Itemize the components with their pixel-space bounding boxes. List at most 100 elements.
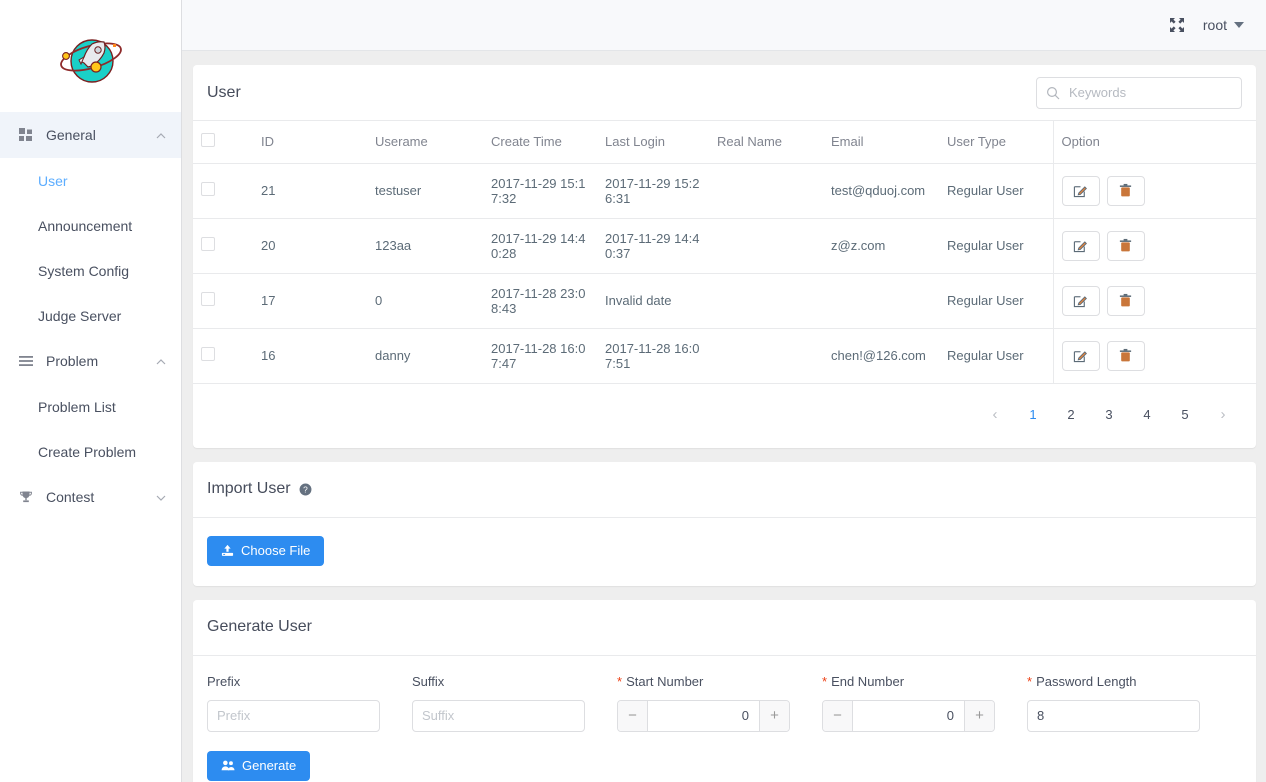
sidebar-item-system-config[interactable]: System Config bbox=[0, 248, 181, 293]
user-menu[interactable]: root bbox=[1203, 17, 1244, 33]
required-mark: * bbox=[822, 673, 828, 689]
sidebar-group-label: General bbox=[46, 127, 96, 143]
delete-button[interactable] bbox=[1106, 175, 1145, 206]
start-number-label-text: Start Number bbox=[626, 673, 704, 689]
password-length-input[interactable] bbox=[1027, 699, 1200, 732]
prefix-input[interactable] bbox=[207, 699, 380, 732]
pagination-page-2[interactable]: 2 bbox=[1056, 400, 1086, 430]
sidebar-item-judge-server[interactable]: Judge Server bbox=[0, 293, 181, 338]
sidebar-item-label: Problem List bbox=[38, 398, 116, 415]
edit-icon bbox=[1073, 238, 1088, 253]
cell-real-name bbox=[709, 328, 823, 384]
pagination-page-4[interactable]: 4 bbox=[1132, 400, 1162, 430]
search-input[interactable] bbox=[1067, 84, 1247, 101]
generate-button-row: Generate bbox=[207, 732, 1242, 781]
search-box[interactable] bbox=[1036, 76, 1247, 109]
suffix-input[interactable] bbox=[412, 699, 585, 732]
main-area: root User Keywords ID Userame Create Tim… bbox=[182, 0, 1266, 782]
brand-logo[interactable] bbox=[0, 0, 181, 112]
username-label: root bbox=[1202, 17, 1227, 33]
help-circle-icon[interactable]: ? bbox=[299, 483, 312, 496]
required-mark: * bbox=[1027, 673, 1033, 689]
cell-email: z@z.com bbox=[823, 218, 939, 274]
sidebar-item-problem-list[interactable]: Problem List bbox=[0, 384, 181, 429]
end-number-stepper[interactable]: − 0 + bbox=[822, 699, 995, 732]
start-number-stepper[interactable]: − 0 + bbox=[617, 699, 790, 732]
pagination-page-5[interactable]: 5 bbox=[1170, 400, 1200, 430]
delete-button[interactable] bbox=[1106, 340, 1145, 371]
users-icon bbox=[221, 759, 235, 772]
row-checkbox[interactable] bbox=[201, 292, 215, 306]
sidebar-group-contest[interactable]: Contest bbox=[0, 474, 181, 520]
cell-last-login: 2017-11-29 15:26:31 bbox=[597, 163, 709, 219]
sidebar-item-label: Judge Server bbox=[38, 307, 122, 324]
generate-button[interactable]: Generate bbox=[207, 750, 311, 781]
sidebar-item-create-problem[interactable]: Create Problem bbox=[0, 429, 181, 474]
choose-file-label: Choose File bbox=[241, 543, 311, 558]
edit-button[interactable] bbox=[1061, 285, 1100, 316]
trash-icon bbox=[1118, 348, 1133, 363]
cell-last-login: Invalid date bbox=[597, 273, 709, 329]
fullscreen-icon[interactable] bbox=[1169, 17, 1185, 33]
end-number-increment[interactable]: + bbox=[964, 700, 994, 731]
edit-button[interactable] bbox=[1061, 230, 1100, 261]
topbar: root bbox=[182, 0, 1266, 51]
field-start-number: * Start Number − 0 + bbox=[617, 674, 790, 732]
cell-username: danny bbox=[367, 328, 483, 384]
start-number-decrement[interactable]: − bbox=[618, 700, 648, 731]
column-header-email: Email bbox=[823, 121, 939, 164]
cell-real-name bbox=[709, 163, 823, 219]
password-length-label-text: Password Length bbox=[1036, 673, 1137, 689]
cell-create-time: 2017-11-29 15:17:32 bbox=[483, 163, 597, 219]
end-number-value[interactable]: 0 bbox=[853, 701, 964, 731]
cell-option bbox=[1052, 328, 1257, 384]
trash-icon bbox=[1118, 183, 1133, 198]
start-number-value[interactable]: 0 bbox=[648, 701, 759, 731]
row-checkbox[interactable] bbox=[201, 237, 215, 251]
generate-user-header: Generate User bbox=[193, 600, 1256, 656]
end-number-decrement[interactable]: − bbox=[823, 700, 853, 731]
row-select-cell bbox=[193, 328, 253, 384]
cell-email: test@qduoj.com bbox=[823, 163, 939, 219]
generate-user-form: Prefix Suffix *Start Number bbox=[207, 674, 1242, 732]
generate-user-card: Generate User Prefix Suffix bbox=[193, 599, 1256, 782]
pagination-page-1[interactable]: 1 bbox=[1018, 400, 1048, 430]
cell-option bbox=[1052, 273, 1257, 329]
sidebar-item-announcement[interactable]: Announcement bbox=[0, 203, 181, 248]
start-number-increment[interactable]: + bbox=[759, 700, 789, 731]
cell-user-type: Regular User bbox=[939, 273, 1053, 329]
user-card-header: User bbox=[193, 65, 1256, 121]
select-all-checkbox[interactable] bbox=[201, 133, 215, 148]
column-header-create-time: Create Time bbox=[483, 121, 597, 164]
pagination-page-3[interactable]: 3 bbox=[1094, 400, 1124, 430]
search-icon bbox=[1046, 86, 1060, 100]
cell-create-time: 2017-11-29 14:40:28 bbox=[483, 218, 597, 274]
user-table: ID Userame Create Time Last Login Real N… bbox=[193, 121, 1257, 384]
trash-icon bbox=[1118, 238, 1133, 253]
grid-icon bbox=[18, 127, 34, 143]
pagination-prev[interactable]: ‹ bbox=[980, 400, 1010, 430]
sidebar-group-general[interactable]: General bbox=[0, 112, 181, 158]
cell-option bbox=[1052, 218, 1257, 274]
cell-username: 123aa bbox=[367, 218, 483, 274]
row-checkbox[interactable] bbox=[201, 347, 215, 361]
delete-button[interactable] bbox=[1106, 285, 1145, 316]
row-checkbox[interactable] bbox=[201, 182, 215, 196]
trophy-icon bbox=[18, 489, 34, 505]
list-icon bbox=[18, 353, 34, 369]
edit-button[interactable] bbox=[1061, 340, 1100, 371]
pagination-next[interactable]: › bbox=[1208, 400, 1238, 430]
field-suffix: Suffix bbox=[412, 674, 585, 732]
column-header-real-name: Real Name bbox=[709, 121, 823, 164]
import-user-title-text: Import User bbox=[207, 480, 291, 497]
sidebar-item-label: Create Problem bbox=[38, 443, 137, 460]
edit-button[interactable] bbox=[1061, 175, 1100, 206]
delete-button[interactable] bbox=[1106, 230, 1145, 261]
upload-icon bbox=[221, 544, 234, 557]
chevron-down-icon bbox=[155, 491, 167, 503]
row-select-cell bbox=[193, 218, 253, 274]
sidebar-group-problem[interactable]: Problem bbox=[0, 338, 181, 384]
choose-file-button[interactable]: Choose File bbox=[207, 535, 325, 566]
sidebar-item-user[interactable]: User bbox=[0, 158, 181, 203]
trash-icon bbox=[1118, 293, 1133, 308]
